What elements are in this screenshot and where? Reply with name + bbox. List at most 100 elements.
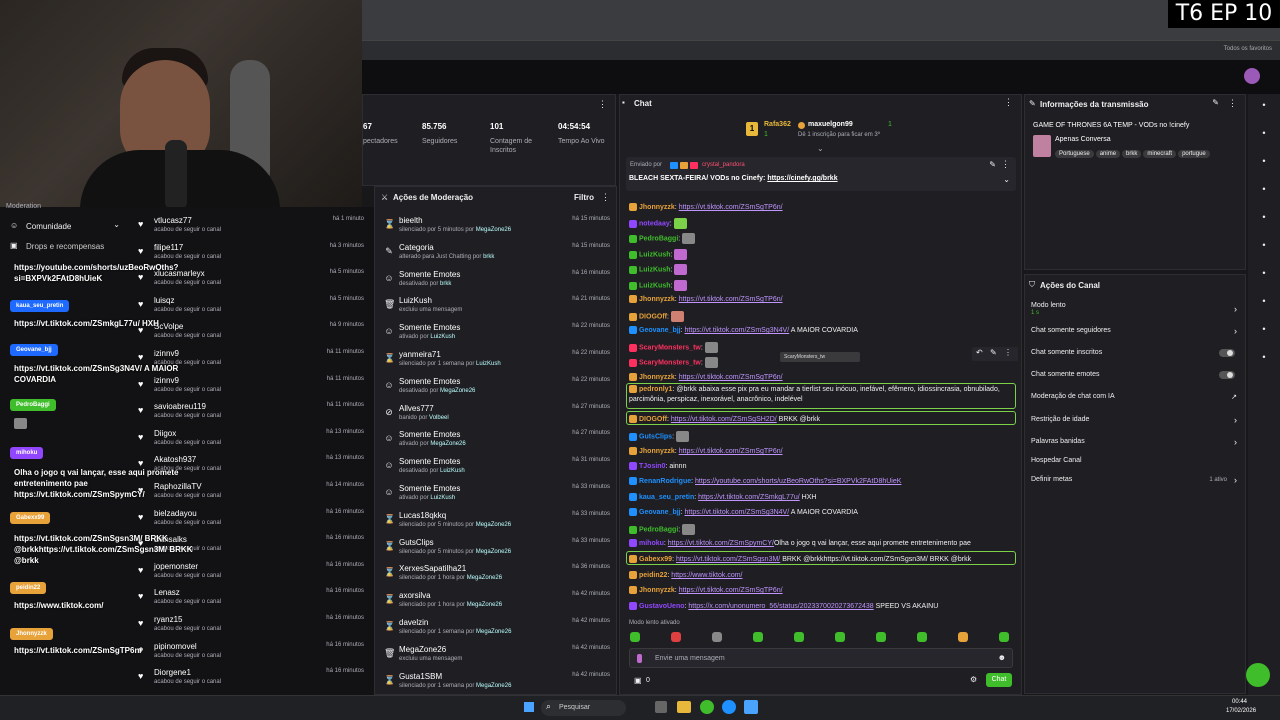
- emote-shortcut-icon[interactable]: [999, 632, 1009, 642]
- chat-link[interactable]: https://vt.tiktok.com/ZSmSg3N4V/: [685, 509, 790, 516]
- moderator-name[interactable]: MegaZone26: [476, 522, 511, 528]
- chat-link[interactable]: https://vt.tiktok.com/ZSmSgSH2D/: [671, 416, 777, 423]
- reply-icon[interactable]: ↶: [976, 348, 983, 357]
- chat-username[interactable]: Gabexx99: [639, 556, 672, 563]
- channel-action[interactable]: Chat somente seguidores ›: [1031, 326, 1241, 336]
- pinned-link[interactable]: https://cinefy.gg/brkk: [767, 175, 837, 182]
- more-icon[interactable]: ⋮: [1004, 348, 1012, 357]
- chat-username[interactable]: Geovane_bjj: [639, 327, 681, 334]
- chat-message[interactable]: kaua_seu_pretin: https://vt.tiktok.com/Z…: [629, 493, 816, 501]
- moderator-name[interactable]: MegaZone26: [476, 549, 511, 555]
- moderation-row[interactable]: ☺ Somente Emotes desativado por MegaZone26…: [375, 374, 618, 401]
- more-icon[interactable]: ⋮: [1001, 159, 1010, 170]
- moderator-name[interactable]: MegaZone26: [467, 602, 502, 608]
- chat-username[interactable]: PedroBaggi: [639, 235, 678, 242]
- chat-username[interactable]: notedaay: [639, 220, 670, 227]
- chat-username[interactable]: mihoku: [639, 540, 664, 547]
- channel-action[interactable]: Definir metas › 1 ativo: [1031, 475, 1241, 485]
- moderation-row[interactable]: ⌛ bieelth silenciado por 5 minutos por Meg…: [375, 213, 618, 240]
- chat-message[interactable]: Jhonnyzzk: https://vt.tiktok.com/ZSmSgTP…: [629, 447, 783, 455]
- chat-username[interactable]: LuizKush: [639, 251, 671, 258]
- emote-shortcut-icon[interactable]: [917, 632, 927, 642]
- moderator-name[interactable]: MegaZone26: [467, 575, 502, 581]
- chat-link[interactable]: https://vt.tiktok.com/ZSmSg3N4V/: [685, 327, 790, 334]
- chat-username[interactable]: DIOGOff: [639, 416, 667, 423]
- moderation-row[interactable]: ☺ Somente Emotes desativado por brkk há 16 …: [375, 267, 618, 294]
- channel-action[interactable]: Restrição de idade ›: [1031, 415, 1241, 425]
- chat-message[interactable]: LuizKush:: [629, 264, 688, 275]
- chevron-down-icon[interactable]: ⌄: [1003, 175, 1010, 184]
- more-icon[interactable]: ⋮: [601, 192, 610, 203]
- chat-link[interactable]: https://vt.tiktok.com/ZSmSgTP6n/: [679, 296, 783, 303]
- chevron-down-icon[interactable]: ⌄: [817, 144, 824, 153]
- box-icon[interactable]: •: [1257, 296, 1271, 310]
- chat-link[interactable]: https://vt.tiktok.com/ZSmSgTP6n/: [679, 374, 783, 381]
- stream-tag[interactable]: Portuguese: [1055, 150, 1094, 158]
- chat-username[interactable]: peidin22: [639, 572, 667, 579]
- moderator-name[interactable]: MegaZone26: [440, 388, 475, 394]
- emote-shortcut-icon[interactable]: [794, 632, 804, 642]
- pinned-message[interactable]: Enviado por crystal_pandora BLEACH SEXTA…: [626, 157, 1016, 191]
- channel-action[interactable]: Moderação de chat com IA ↗: [1031, 393, 1241, 401]
- chat-message[interactable]: pedronly1: @brkk abaixa esse pix pra eu …: [629, 385, 1009, 405]
- pin-icon[interactable]: ✎: [990, 348, 997, 357]
- chat-message[interactable]: DIOGOff:: [629, 311, 684, 322]
- users-icon[interactable]: •: [1257, 352, 1271, 366]
- folder-icon[interactable]: [677, 701, 691, 713]
- chat-username[interactable]: GustavoUeno: [639, 603, 685, 610]
- moderation-row[interactable]: ⌛ GutsClips silenciado por 5 minutos por M…: [375, 535, 618, 562]
- emote-shortcut-icon[interactable]: [671, 632, 681, 642]
- more-icon[interactable]: ⋮: [1228, 98, 1237, 109]
- chat-message[interactable]: DIOGOff: https://vt.tiktok.com/ZSmSgSH2D…: [629, 415, 820, 423]
- chat-username[interactable]: Jhonnyzzk: [639, 204, 675, 211]
- chat-link[interactable]: https://vt.tiktok.com/ZSmSgTP6n/: [679, 587, 783, 594]
- chat-message[interactable]: mihoku: https://vt.tiktok.com/ZSmSpymCY/…: [629, 539, 971, 547]
- moderator-name[interactable]: MegaZone26: [476, 683, 511, 689]
- chat-message[interactable]: notedaay:: [629, 218, 687, 229]
- chat-message[interactable]: Gabexx99: https://vt.tiktok.com/ZSmSgsn3…: [629, 555, 971, 563]
- send-chat-button[interactable]: Chat: [986, 673, 1012, 687]
- chat-link[interactable]: https://vt.tiktok.com/ZSmkgL77u/: [698, 494, 800, 501]
- floating-action-button[interactable]: [1246, 663, 1270, 687]
- chat-link[interactable]: https://www.tiktok.com/: [671, 572, 742, 579]
- toggle-switch[interactable]: [1219, 349, 1235, 357]
- chat-username[interactable]: kaua_seu_pretin: [639, 494, 694, 501]
- moderation-row[interactable]: ⌛ Gusta1SBM silenciado por 1 semana por Me…: [375, 669, 618, 696]
- emote-shortcut-icon[interactable]: [958, 632, 968, 642]
- moderator-name[interactable]: MegaZone26: [430, 441, 465, 447]
- moderator-name[interactable]: LuizKush: [476, 361, 501, 367]
- pin-icon[interactable]: ✎: [989, 160, 996, 169]
- gear-icon[interactable]: ⚙: [970, 675, 977, 684]
- chat-link[interactable]: https://vt.tiktok.com/ZSmSgTP6n/: [679, 204, 783, 211]
- chat-username[interactable]: RenanRodrigue: [639, 478, 691, 485]
- moderator-name[interactable]: LuizKush: [440, 468, 465, 474]
- moderation-row[interactable]: ☺ Somente Emotes ativado por MegaZone26 há …: [375, 427, 618, 454]
- moderation-row[interactable]: ⌛ axorsilva silenciado por 1 hora por Mega…: [375, 588, 618, 615]
- app-icon[interactable]: [722, 700, 736, 714]
- moderation-row[interactable]: ✎ Categoria alterado para Just Chatting po…: [375, 240, 618, 267]
- emote-shortcut-icon[interactable]: [712, 632, 722, 642]
- stream-tag[interactable]: anime: [1095, 150, 1121, 158]
- pencil-icon[interactable]: •: [1257, 128, 1271, 142]
- action-slow-mode[interactable]: Modo lento 1 s ›: [1031, 302, 1241, 316]
- emote-shortcut-icon[interactable]: [753, 632, 763, 642]
- info-icon[interactable]: •: [1257, 100, 1271, 114]
- chat-username[interactable]: ScaryMonsters_tw: [639, 344, 701, 351]
- stream-tag[interactable]: minecraft: [1143, 150, 1177, 158]
- leaderboard[interactable]: 1 Rafa362 1 maxuelgon99 1 Dê 1 inscrição…: [746, 119, 926, 143]
- chat-username[interactable]: Jhonnyzzk: [639, 587, 675, 594]
- moderator-name[interactable]: brkk: [440, 281, 451, 287]
- moderator-name[interactable]: Volbeel: [429, 415, 449, 421]
- chat-message[interactable]: PedroBaggi:: [629, 524, 696, 535]
- chat-username[interactable]: PedroBaggi: [639, 526, 678, 533]
- stream-tag[interactable]: brkk: [1122, 150, 1142, 158]
- chat-message[interactable]: ScaryMonsters_tw:: [629, 342, 718, 353]
- chat-link[interactable]: https://vt.tiktok.com/ZSmSpymCY/: [668, 540, 774, 547]
- emote-shortcut-icon[interactable]: [876, 632, 886, 642]
- moderation-row[interactable]: 🗑 MegaZone26 excluiu uma mensagem há 42 min…: [375, 642, 618, 669]
- moderation-row[interactable]: ⌛ Lucas18qkkq silenciado por 5 minutos por…: [375, 508, 618, 535]
- message-actions[interactable]: ↶ ✎ ⋮: [972, 347, 1018, 361]
- moderator-name[interactable]: LuizKush: [430, 495, 455, 501]
- wrench-icon[interactable]: •: [1257, 324, 1271, 338]
- channel-action[interactable]: Chat somente inscritos: [1031, 349, 1241, 357]
